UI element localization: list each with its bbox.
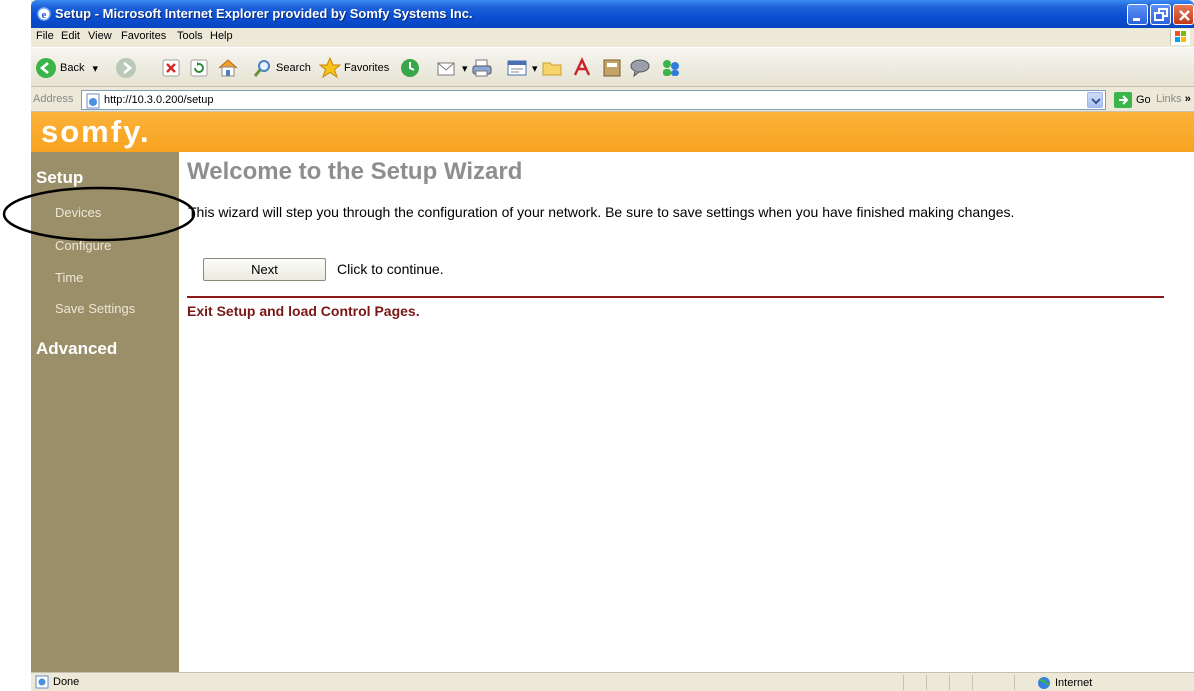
search-button[interactable]: Search [253,56,311,80]
menu-bar: File Edit View Favorites Tools Help [31,28,1194,46]
status-separator [926,675,927,690]
acrobat-icon [573,57,591,76]
menu-view[interactable]: View [88,30,112,42]
favorites-button[interactable]: Favorites [319,56,389,80]
address-label: Address [33,93,74,105]
mail-icon [437,62,455,76]
wizard-description: This wizard will step you through the co… [188,204,1015,220]
printer-icon [472,59,492,77]
status-bar: Done Internet [31,672,1194,691]
menu-edit[interactable]: Edit [61,30,80,42]
star-icon [319,57,341,79]
next-button[interactable]: Next [203,258,326,281]
menu-file[interactable]: File [36,30,54,42]
page-title: Welcome to the Setup Wizard [187,158,523,185]
status-separator [1014,675,1015,690]
menu-favorites[interactable]: Favorites [121,30,166,42]
window-title: Setup - Microsoft Internet Explorer prov… [55,6,473,21]
go-arrow-icon [1114,92,1132,108]
close-button[interactable] [1173,4,1194,25]
sidebar-item-devices[interactable]: Devices [55,205,101,220]
speech-bubble-icon [630,59,650,78]
status-text: Done [53,676,80,688]
exit-setup-link[interactable]: Exit Setup and load Control Pages. [187,303,420,319]
status-separator [903,675,904,690]
back-button[interactable]: Back ▾ [35,56,98,80]
status-separator [949,675,950,690]
forward-arrow-icon [116,58,136,78]
restore-icon [1154,8,1168,21]
edit-button[interactable]: ▾ [505,56,538,80]
somfy-banner: somfy. [31,112,1194,152]
close-icon [1179,10,1190,21]
ie-icon: e [36,6,52,22]
address-bar: Address http://10.3.0.200/setup Go Links… [31,88,1194,112]
go-button[interactable]: Go [1113,91,1151,109]
somfy-logo: somfy. [41,114,151,149]
status-separator [972,675,973,690]
menu-help[interactable]: Help [210,30,233,42]
stop-button[interactable] [161,56,181,80]
title-bar[interactable]: e Setup - Microsoft Internet Explorer pr… [31,0,1194,28]
people-icon [663,60,679,76]
adobe-button[interactable] [571,56,593,80]
home-icon [218,59,238,77]
book-icon [603,59,621,77]
sidebar-item-save-settings[interactable]: Save Settings [55,301,135,316]
windows-logo-icon [1170,29,1190,45]
print-button[interactable] [471,56,493,80]
sidebar-heading-advanced[interactable]: Advanced [36,339,117,359]
research-button[interactable] [601,56,623,80]
address-input[interactable]: http://10.3.0.200/setup [81,90,1106,110]
history-button[interactable] [399,56,421,80]
sidebar-item-time[interactable]: Time [55,270,83,285]
refresh-button[interactable] [189,56,209,80]
back-arrow-icon [36,58,56,78]
globe-icon [1038,677,1050,689]
sidebar: Setup Devices Configure Time Save Settin… [31,152,179,672]
security-zone[interactable]: Internet [1037,676,1092,690]
browser-window: e Setup - Microsoft Internet Explorer pr… [31,0,1194,691]
svg-text:e: e [42,9,47,21]
mail-button[interactable]: ▾ [435,56,468,80]
sidebar-heading-setup[interactable]: Setup [36,168,83,188]
edit-page-icon [507,60,527,76]
address-url: http://10.3.0.200/setup [104,94,214,106]
next-hint: Click to continue. [337,261,444,277]
page-icon [85,93,101,112]
forward-button[interactable] [115,56,137,80]
sidebar-item-configure[interactable]: Configure [55,238,111,253]
web-page: somfy. Setup Devices Configure Time Save… [31,112,1194,672]
minimize-button[interactable] [1127,4,1148,25]
links-button[interactable]: Links » [1156,93,1191,105]
menu-tools[interactable]: Tools [177,30,203,42]
refresh-icon [190,59,208,77]
toolbar: Back ▾ Search Favorites ▾ ▾ [31,47,1194,87]
chevron-down-icon [1091,98,1101,105]
home-button[interactable] [217,56,239,80]
minimize-icon [1133,18,1140,21]
stop-icon [162,59,180,77]
contacts-button[interactable] [659,56,683,80]
page-done-icon [34,675,50,691]
discuss-folder-button[interactable] [541,56,563,80]
messenger-button[interactable] [629,56,651,80]
history-icon [401,59,419,77]
maximize-button[interactable] [1150,4,1171,25]
main-content: Welcome to the Setup Wizard This wizard … [179,152,1194,672]
search-icon [253,60,270,77]
folder-icon [542,62,562,76]
address-dropdown[interactable] [1087,92,1103,108]
divider [187,296,1164,298]
